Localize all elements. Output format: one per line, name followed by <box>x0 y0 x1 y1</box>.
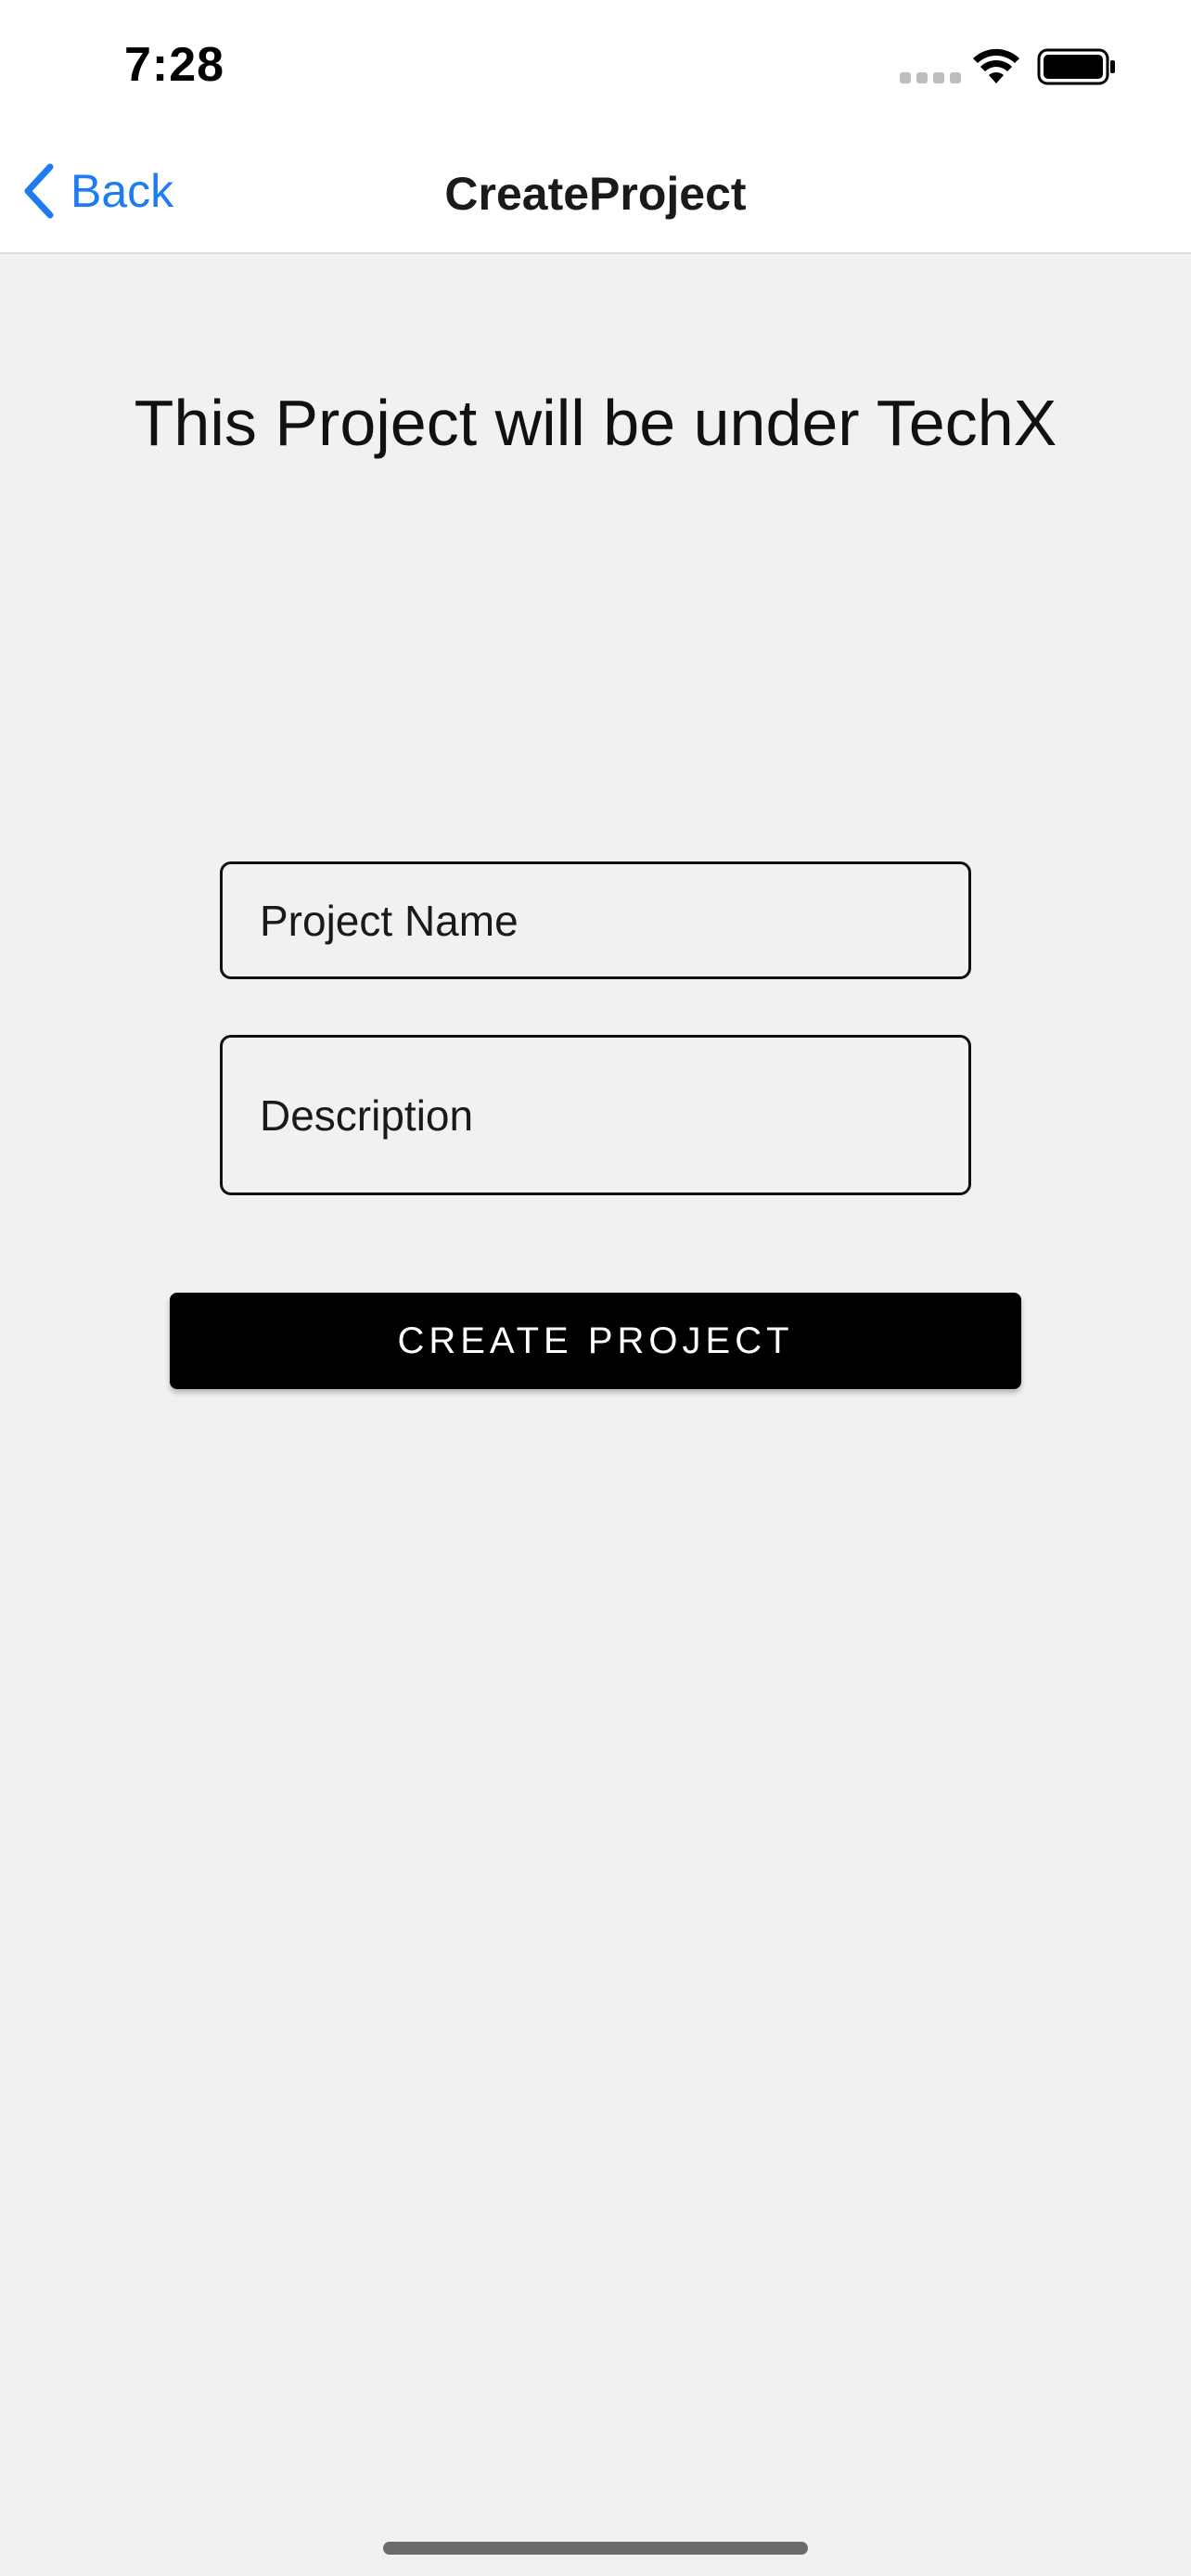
project-name-field[interactable] <box>220 861 971 979</box>
wifi-icon <box>973 48 1019 83</box>
project-owner-heading: This Project will be under TechX <box>134 387 1057 459</box>
battery-icon <box>1037 48 1115 85</box>
home-indicator[interactable] <box>383 2542 808 2555</box>
page-title: CreateProject <box>444 168 747 220</box>
signal-icon <box>900 72 961 83</box>
status-bar: 7:28 <box>0 0 1191 130</box>
create-project-button[interactable]: CREATE PROJECT <box>170 1293 1021 1389</box>
description-field[interactable] <box>220 1035 971 1195</box>
project-name-input[interactable] <box>260 895 968 946</box>
status-time: 7:28 <box>124 38 225 92</box>
navigation-bar: Back CreateProject <box>0 130 1191 254</box>
description-input[interactable] <box>260 1090 968 1141</box>
